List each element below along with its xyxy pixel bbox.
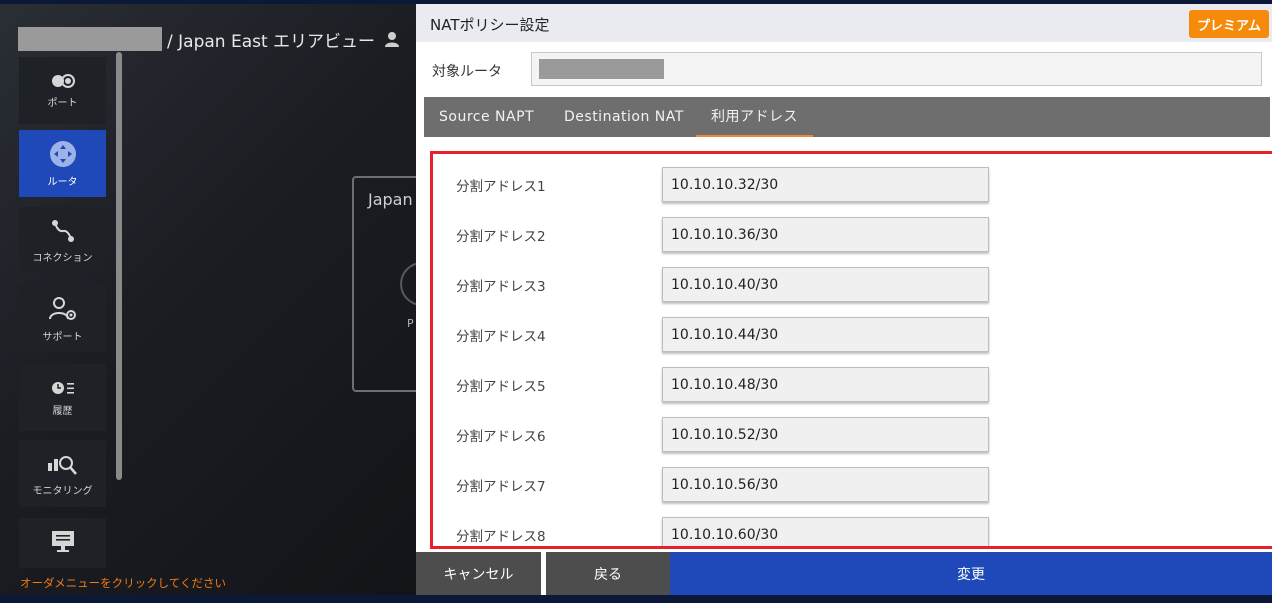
- nat-policy-dialog: NATポリシー設定 プレミアム 対象ルータ Source NAPT Destin…: [416, 4, 1272, 595]
- region-card-caption: P: [407, 317, 414, 330]
- address-label: 分割アドレス3: [456, 279, 546, 295]
- address-label: 分割アドレス1: [456, 179, 546, 195]
- address-label: 分割アドレス5: [456, 379, 546, 395]
- address-label: 分割アドレス7: [456, 479, 546, 495]
- sidebar-scrollbar[interactable]: [116, 52, 122, 480]
- address-field: 10.10.10.56/30: [662, 467, 989, 502]
- address-row: 分割アドレス7 10.10.10.56/30: [433, 461, 1272, 511]
- order-menu-hint: オーダメニューをクリックしてください: [20, 576, 226, 590]
- dialog-footer: キャンセル 戻る 変更: [416, 552, 1272, 595]
- address-field: 10.10.10.36/30: [662, 217, 989, 252]
- tab-destination-nat[interactable]: Destination NAT: [549, 97, 699, 137]
- address-row: 分割アドレス3 10.10.10.40/30: [433, 261, 1272, 311]
- address-field: 10.10.10.44/30: [662, 317, 989, 352]
- address-label: 分割アドレス2: [456, 229, 546, 245]
- premium-badge: プレミアム: [1189, 10, 1269, 38]
- redacted-name: [18, 27, 162, 51]
- tab-used-addresses[interactable]: 利用アドレス: [696, 97, 813, 137]
- connection-icon: [51, 219, 74, 242]
- sidebar-item-label: 履歴: [52, 405, 73, 417]
- sidebar-item-label: モニタリング: [32, 485, 93, 497]
- address-row: 分割アドレス6 10.10.10.52/30: [433, 411, 1272, 461]
- region-card-title: Japan: [368, 190, 413, 209]
- address-row: 分割アドレス2 10.10.10.36/30: [433, 211, 1272, 261]
- sidebar-item-connection[interactable]: コネクション: [19, 207, 106, 274]
- history-icon: [51, 381, 74, 394]
- change-button[interactable]: 変更: [670, 552, 1272, 595]
- address-list-highlight: 分割アドレス1 10.10.10.32/30 分割アドレス2 10.10.10.…: [430, 151, 1272, 549]
- address-field: 10.10.10.48/30: [662, 367, 989, 402]
- address-field: 10.10.10.52/30: [662, 417, 989, 452]
- dialog-header: NATポリシー設定 プレミアム: [416, 4, 1272, 42]
- sidebar-item-label: ルータ: [47, 176, 78, 188]
- support-icon: [48, 296, 76, 320]
- sidebar-item-monitoring[interactable]: モニタリング: [19, 440, 106, 507]
- tab-bar: Source NAPT Destination NAT 利用アドレス: [424, 97, 1270, 137]
- address-field: 10.10.10.60/30: [662, 517, 989, 546]
- order-menu-icon: [51, 530, 74, 552]
- app-root: / Japan East エリアビュー ポート ルータ コネクション サポート …: [0, 0, 1272, 603]
- user-icon[interactable]: [383, 30, 401, 48]
- address-row: 分割アドレス4 10.10.10.44/30: [433, 311, 1272, 361]
- target-router-label: 対象ルータ: [432, 64, 502, 80]
- address-row: 分割アドレス5 10.10.10.48/30: [433, 361, 1272, 411]
- router-icon: [49, 140, 76, 167]
- area-view-panel: / Japan East エリアビュー ポート ルータ コネクション サポート …: [0, 4, 432, 595]
- target-router-field: [531, 52, 1262, 86]
- tab-source-napt[interactable]: Source NAPT: [424, 97, 549, 137]
- sidebar-item-label: ポート: [47, 97, 78, 109]
- back-button[interactable]: 戻る: [546, 552, 670, 595]
- dialog-title: NATポリシー設定: [430, 16, 550, 34]
- sidebar-item-router[interactable]: ルータ: [19, 130, 106, 197]
- sidebar-item-label: サポート: [42, 331, 83, 343]
- address-label: 分割アドレス4: [456, 329, 546, 345]
- address-field: 10.10.10.32/30: [662, 167, 989, 202]
- redacted-router-name: [539, 59, 664, 79]
- sidebar-item-label: コネクション: [32, 252, 93, 264]
- address-row: 分割アドレス8 10.10.10.60/30: [433, 511, 1272, 546]
- cancel-button[interactable]: キャンセル: [416, 552, 541, 595]
- sidebar-item-port[interactable]: ポート: [19, 57, 106, 124]
- breadcrumb: / Japan East エリアビュー: [18, 27, 401, 52]
- port-icon: [51, 73, 75, 88]
- sidebar-item-history[interactable]: 履歴: [19, 364, 106, 431]
- breadcrumb-text: / Japan East エリアビュー: [167, 31, 376, 52]
- address-label: 分割アドレス6: [456, 429, 546, 445]
- monitoring-icon: [47, 455, 77, 475]
- sidebar-item-order-menu[interactable]: [19, 518, 106, 568]
- address-row: 分割アドレス1 10.10.10.32/30: [433, 161, 1272, 211]
- address-label: 分割アドレス8: [456, 529, 546, 545]
- sidebar-item-support[interactable]: サポート: [19, 285, 106, 352]
- address-field: 10.10.10.40/30: [662, 267, 989, 302]
